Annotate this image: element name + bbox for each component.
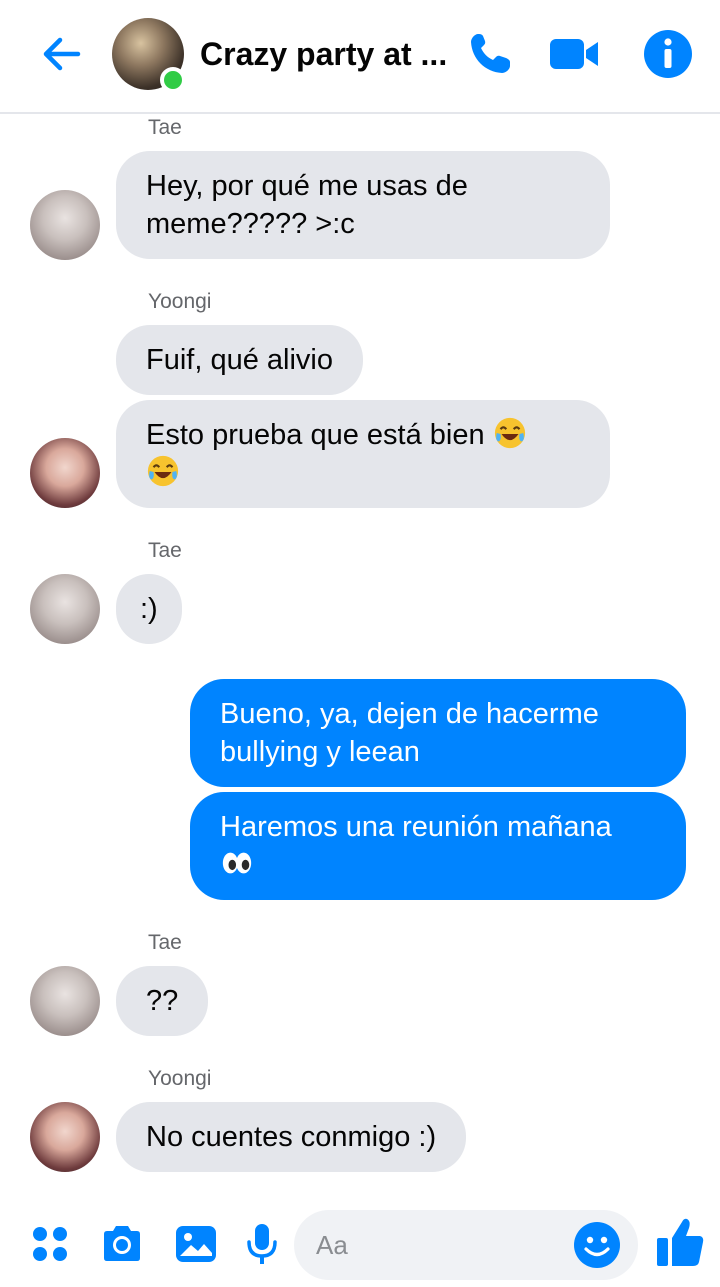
sender-name: Yoongi xyxy=(148,1067,212,1090)
video-camera-icon[interactable] xyxy=(548,28,600,80)
sender-name: Tae xyxy=(148,539,182,562)
message-composer xyxy=(0,1200,720,1287)
sender-name: Yoongi xyxy=(148,290,212,313)
gallery-icon[interactable] xyxy=(172,1220,220,1268)
eyes-emoji xyxy=(222,852,252,874)
camera-icon[interactable] xyxy=(98,1220,146,1268)
sender-name: Tae xyxy=(148,931,182,954)
message-input-field[interactable] xyxy=(294,1210,638,1280)
online-status-indicator xyxy=(160,67,186,93)
outgoing-message-bubble[interactable]: Bueno, ya, dejen de hacerme bullying y l… xyxy=(190,679,686,787)
outgoing-message-bubble[interactable]: Haremos una reunión mañana xyxy=(190,792,686,900)
message-text: Esto prueba que está bien xyxy=(146,419,485,451)
message-bubble[interactable]: Esto prueba que está bien xyxy=(116,400,610,508)
tears-of-joy-emoji xyxy=(147,455,179,487)
avatar-yoongi[interactable] xyxy=(30,438,100,508)
message-input[interactable] xyxy=(316,1226,566,1264)
message-text: Bueno, ya, dejen de hacerme bullying y l… xyxy=(220,698,599,768)
message-text: Hey, por qué me usas de meme????? >:c xyxy=(146,170,468,240)
avatar-yoongi[interactable] xyxy=(30,1102,100,1172)
message-bubble[interactable]: ?? xyxy=(116,966,209,1036)
apps-grid-icon[interactable] xyxy=(28,1220,76,1268)
message-text: :) xyxy=(140,593,158,625)
chat-header: Crazy party at ... xyxy=(0,0,720,114)
message-bubble[interactable]: Fuif, qué alivio xyxy=(116,325,363,395)
message-text: Fuif, qué alivio xyxy=(146,344,333,376)
smiley-icon[interactable] xyxy=(572,1220,622,1270)
thumbs-up-icon[interactable] xyxy=(654,1214,706,1270)
message-text: No cuentes conmigo :) xyxy=(146,1121,437,1153)
message-bubble[interactable]: :) xyxy=(116,574,182,644)
microphone-icon[interactable] xyxy=(238,1220,286,1268)
message-text: ?? xyxy=(146,985,179,1017)
tears-of-joy-emoji xyxy=(494,417,525,449)
phone-icon[interactable] xyxy=(464,28,516,80)
info-icon[interactable] xyxy=(642,28,694,80)
chat-title[interactable]: Crazy party at ... xyxy=(200,36,447,73)
message-bubble[interactable]: Hey, por qué me usas de meme????? >:c xyxy=(116,151,610,259)
back-arrow-icon[interactable] xyxy=(38,30,86,78)
message-bubble[interactable]: No cuentes conmigo :) xyxy=(116,1102,467,1172)
avatar-tae[interactable] xyxy=(30,966,100,1036)
sender-name: Tae xyxy=(148,116,182,139)
avatar-tae[interactable] xyxy=(30,574,100,644)
message-text: Haremos una reunión mañana xyxy=(220,811,612,843)
avatar-tae[interactable] xyxy=(30,190,100,260)
